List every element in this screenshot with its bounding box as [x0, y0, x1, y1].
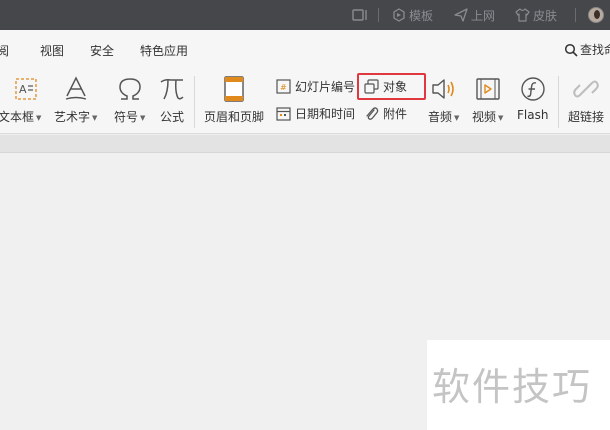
menu-review[interactable]: 阅: [0, 42, 9, 59]
textbox-icon: A: [15, 78, 37, 100]
symbol-label: 符号: [114, 110, 139, 124]
paperclip-icon: [366, 107, 379, 120]
chevron-down-icon: ▼: [36, 113, 42, 122]
window-mode-button[interactable]: [352, 0, 368, 30]
find-label: 查找命: [580, 43, 610, 57]
watermark-text: 软件技巧: [432, 365, 593, 409]
audio-button[interactable]: 音频 ▼: [428, 74, 459, 125]
template-icon: [393, 8, 405, 22]
upload-label: 上网: [471, 8, 496, 23]
search-icon: [564, 43, 578, 57]
slide-tab-strip: [0, 135, 610, 153]
textbox-label: 文本框: [0, 110, 35, 124]
calendar-icon: [276, 107, 291, 121]
chevron-down-icon: ▼: [92, 113, 98, 122]
slide-number-icon: #: [276, 79, 291, 94]
video-button[interactable]: 视频 ▼: [472, 74, 503, 125]
audio-label: 音频: [428, 110, 453, 124]
date-time-label: 日期和时间: [295, 107, 356, 121]
upload-button[interactable]: 上网: [454, 0, 495, 30]
speaker-icon: [432, 79, 454, 99]
title-separator: [378, 8, 379, 22]
attachment-label: 附件: [383, 107, 408, 121]
chevron-down-icon: ▼: [498, 113, 504, 122]
skin-label: 皮肤: [533, 8, 558, 23]
svg-text:A: A: [19, 83, 27, 96]
menu-view[interactable]: 视图: [40, 42, 64, 59]
formula-label: 公式: [159, 110, 184, 124]
hyperlink-button[interactable]: 超链接: [568, 74, 604, 125]
avatar[interactable]: [588, 7, 604, 23]
slide-number-button[interactable]: # 幻灯片编号: [276, 78, 355, 95]
svg-text:#: #: [280, 83, 287, 92]
flash-label: Flash: [517, 108, 549, 122]
symbol-button[interactable]: 符号 ▼: [114, 74, 145, 125]
link-icon: [573, 80, 599, 98]
video-label: 视频: [472, 110, 497, 124]
header-footer-button[interactable]: 页眉和页脚: [204, 74, 264, 125]
menu-special-apps[interactable]: 特色应用: [140, 42, 188, 59]
flash-button[interactable]: Flash: [517, 74, 548, 122]
omega-icon: [118, 78, 141, 100]
video-icon: [476, 78, 500, 100]
wordart-icon: [65, 76, 86, 100]
ribbon-separator: [558, 76, 559, 128]
find-command[interactable]: 查找命: [564, 41, 610, 58]
chevron-down-icon: ▼: [140, 113, 146, 122]
template-button[interactable]: 模板: [392, 0, 433, 30]
pi-icon: [160, 79, 184, 100]
flash-icon: [521, 77, 545, 101]
header-footer-label: 页眉和页脚: [204, 110, 265, 124]
page-header-icon: [224, 76, 244, 102]
formula-button[interactable]: 公式: [159, 74, 185, 125]
object-highlight-box: [357, 73, 426, 100]
wordart-label: 艺术字: [54, 110, 91, 124]
hyperlink-label: 超链接: [568, 110, 605, 124]
ribbon-insert: A 文本框 ▼ 艺术字 ▼ 符号 ▼ 公式 页眉和页脚 # 幻灯片编号 对象 日…: [0, 68, 610, 134]
shirt-icon: [515, 8, 530, 22]
chevron-down-icon: ▼: [454, 113, 460, 122]
attachment-button[interactable]: 附件: [364, 105, 407, 122]
wordart-button[interactable]: 艺术字 ▼: [54, 74, 97, 125]
title-bar: 模板 上网 皮肤: [0, 0, 610, 30]
ribbon-separator: [194, 76, 195, 128]
title-separator: [575, 8, 576, 22]
window-mode-icon: [352, 9, 367, 21]
date-time-button[interactable]: 日期和时间: [276, 105, 355, 122]
menu-security[interactable]: 安全: [90, 42, 114, 59]
slide-number-label: 幻灯片编号: [295, 80, 356, 94]
template-label: 模板: [409, 8, 434, 23]
menu-bar: 阅 视图 安全 特色应用 查找命: [0, 30, 610, 68]
skin-button[interactable]: 皮肤: [515, 0, 557, 30]
textbox-button[interactable]: A 文本框 ▼: [0, 74, 41, 125]
paper-plane-icon: [454, 8, 468, 22]
